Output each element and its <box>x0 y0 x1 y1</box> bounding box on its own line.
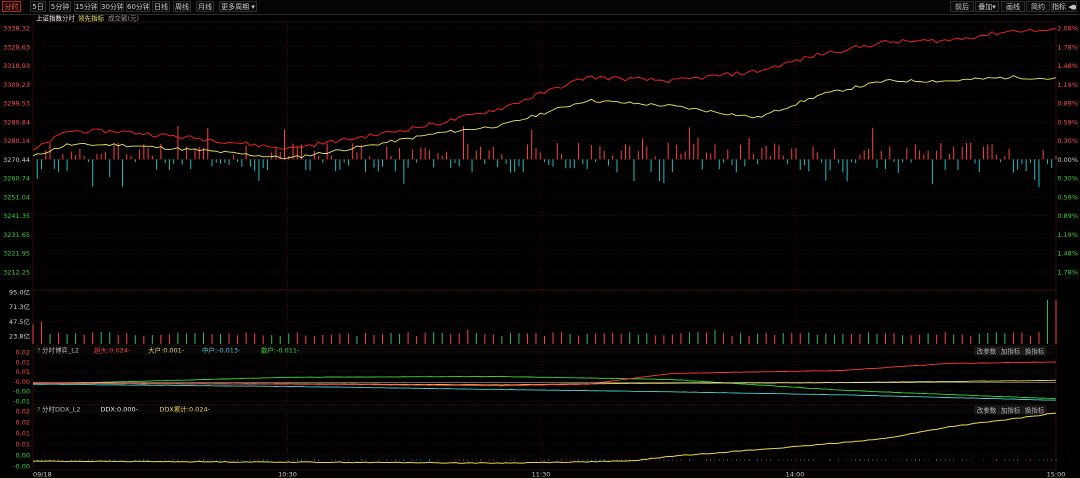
pct-axis-label: 0.89% <box>1057 100 1078 108</box>
tab-period-5[interactable]: 60分钟 <box>126 1 150 12</box>
legend-lead: 领先指标 <box>78 14 105 23</box>
ddx-cumulative-line <box>32 412 1057 464</box>
l2-title: 分时博弈_L2 <box>42 346 79 355</box>
l2-axis-label: 0.01 <box>16 358 30 366</box>
price-axis-label: 3299.53 <box>3 100 30 108</box>
price-axis-label: 3260.74 <box>3 175 30 183</box>
time-axis-label: 10:30 <box>278 471 297 478</box>
toolbar-button-3[interactable]: 简约 <box>1026 1 1050 12</box>
price-axis-label: 3318.93 <box>3 62 30 70</box>
pct-axis-label: 1.78% <box>1057 43 1078 51</box>
l2-axis-label: 0.01 <box>16 368 30 376</box>
toolbar-button-2[interactable]: 画线 <box>1001 1 1025 12</box>
time-axis-label: 15:00 <box>1047 471 1066 478</box>
ddx-value: DDX累计:0.024- <box>159 405 210 414</box>
l2-value: 中户:-0.013- <box>202 346 241 355</box>
tab-period-6[interactable]: 日线 <box>152 1 170 12</box>
ddx-button-label[interactable]: 加指标 <box>1001 406 1021 415</box>
price-line <box>32 75 1057 160</box>
tab-period-7[interactable]: 周线 <box>173 1 191 12</box>
volume-axis-label: 71.3亿 <box>9 302 30 311</box>
price-axis-label: 3309.23 <box>3 81 30 89</box>
ddx-button-label[interactable]: 改参数 <box>977 406 997 415</box>
price-axis-label: 3270.44 <box>3 156 30 164</box>
price-axis-label: 3231.65 <box>3 231 30 239</box>
price-axis-label: 3280.84 <box>3 118 30 126</box>
l2-axis-label: -0.00 <box>13 388 30 396</box>
price-axis-label: 3221.95 <box>3 250 30 258</box>
pct-axis-label: 0.00% <box>1057 156 1078 164</box>
tab-period-9[interactable]: 更多周期 ▾ <box>219 1 257 12</box>
l2-medium-line <box>33 383 1057 401</box>
toolbar-button-0[interactable]: 前后 <box>950 1 974 12</box>
price-axis-label: 3241.35 <box>3 212 30 220</box>
pct-axis-label: 1.48% <box>1057 62 1078 70</box>
l2-header-bg <box>33 346 1056 355</box>
l2-axis-label: 0.02 <box>16 349 30 357</box>
legend-mode: 分时 <box>62 14 76 23</box>
legend-index-name: 上证指数 <box>36 14 63 23</box>
ddx-axis-label: -0.00 <box>13 463 30 471</box>
ddx-help-icon: ? <box>37 406 40 414</box>
tab-period-3[interactable]: 15分钟 <box>74 1 98 12</box>
pct-axis-label: 2.08% <box>1057 25 1078 33</box>
pct-axis-label: 0.30% <box>1057 137 1078 145</box>
tab-period-1[interactable]: 5日 <box>30 1 46 12</box>
price-axis-label: 3280.14 <box>3 137 30 145</box>
l2-axis-label: -0.00 <box>13 378 30 386</box>
ddx-axis-label: 0.00 <box>16 452 30 460</box>
l2-retail-line <box>32 375 1057 400</box>
volume-axis-label: 23.8亿 <box>9 332 30 341</box>
l2-button-label[interactable]: 换指标 <box>1025 347 1045 356</box>
ddx-axis-label: 0.01 <box>16 430 30 438</box>
ddx-title: 分时DDX_L2 <box>42 405 80 414</box>
l2-value: 超大:0.024- <box>94 346 131 355</box>
pct-axis-label: 1.19% <box>1057 231 1078 239</box>
ddx-axis-label: 0.01 <box>16 441 30 449</box>
pct-axis-label: 0.30% <box>1057 175 1078 183</box>
pct-axis-label: 1.78% <box>1057 269 1078 277</box>
price-axis-label: 3328.63 <box>3 43 30 51</box>
l2-value: 大户:0.001- <box>148 346 185 355</box>
pct-axis-label: 1.48% <box>1057 250 1078 258</box>
l2-axis-label: -0.01 <box>13 398 30 406</box>
ddx-button-label[interactable]: 换指标 <box>1025 406 1045 415</box>
chart-area: 3338.32 2.08% 3328.63 1.78% 3318.93 1.48% 3309… <box>3 14 1078 478</box>
l2-super-line <box>33 361 1056 387</box>
legend-turnover: 成交额(元) <box>108 14 139 23</box>
ddx-axis-label: 0.02 <box>16 419 30 427</box>
toolbar-button-4[interactable]: 指标 ◀▶ <box>1051 1 1077 12</box>
ddx-value: DDX:0.000- <box>100 406 138 414</box>
l2-value: 散户:-0.011- <box>261 346 300 355</box>
ddx-axis-label: 0.02 <box>16 408 30 416</box>
time-axis-label: 11:30 <box>532 471 551 478</box>
price-axis-label: 3212.25 <box>3 269 30 277</box>
tab-period-4[interactable]: 30分钟 <box>100 1 124 12</box>
volume-axis-label: 47.5亿 <box>9 317 30 326</box>
pct-axis-label: 0.89% <box>1057 212 1078 220</box>
l2-help-icon: ? <box>37 347 40 355</box>
pct-axis-label: 0.59% <box>1057 118 1078 126</box>
price-axis-label: 3338.32 <box>3 25 30 33</box>
time-axis-label: 14:00 <box>786 471 805 478</box>
volume-axis-label: 95.0亿 <box>9 288 30 297</box>
pct-axis-label: 1.19% <box>1057 81 1078 89</box>
l2-button-label[interactable]: 加指标 <box>1001 347 1021 356</box>
price-axis-label: 3251.04 <box>3 193 30 201</box>
toolbar-button-1[interactable]: 叠加▾ <box>975 1 999 12</box>
tab-period-2[interactable]: 5分钟 <box>49 1 71 12</box>
tab-period-8[interactable]: 月线 <box>196 1 214 12</box>
period-toolbar: 分时 5日 5分钟 15分钟 30分钟 60分钟 日线 周线 月线 更多周期 ▾ 前后 叠加▾ 画线 简约… <box>0 0 1080 15</box>
l2-button-label[interactable]: 改参数 <box>977 347 997 356</box>
time-axis-label: 09/18 <box>33 471 52 478</box>
tab-period-0[interactable]: 分时 <box>2 1 21 12</box>
pct-axis-label: 0.59% <box>1057 193 1078 201</box>
